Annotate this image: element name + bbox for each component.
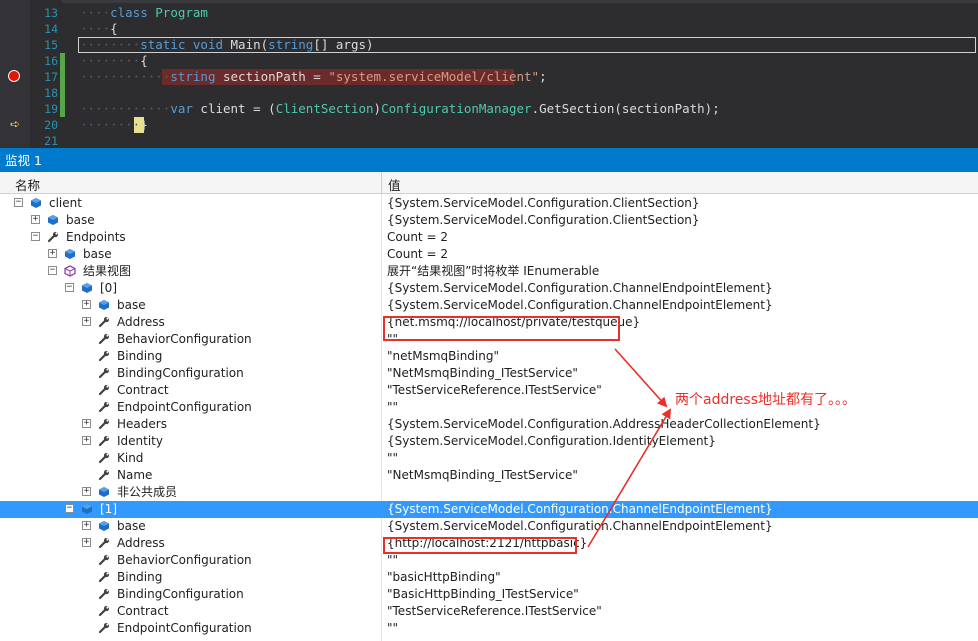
annotation-arrows (587, 348, 672, 548)
annotation-arrow (587, 408, 672, 548)
annotation-arrow (614, 348, 668, 408)
